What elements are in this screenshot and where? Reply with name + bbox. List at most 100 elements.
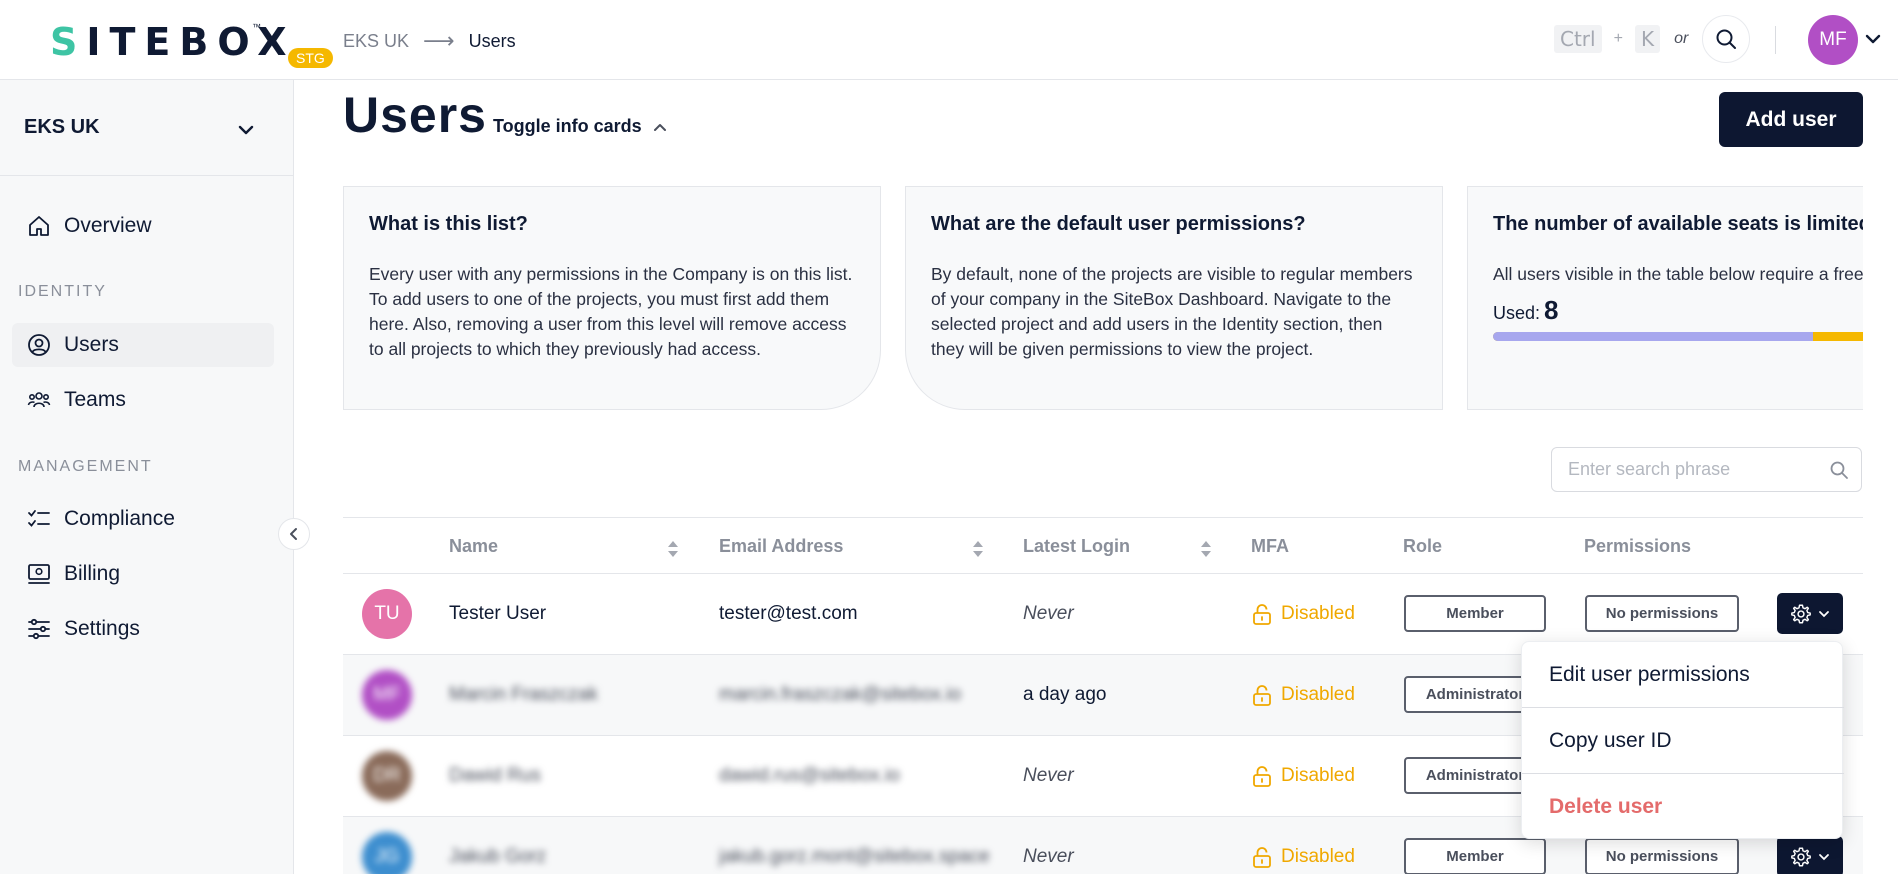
info-card-body: All users visible in the table below req… <box>1493 264 1863 284</box>
chevron-down-icon <box>1819 610 1829 617</box>
search-icon[interactable] <box>1829 460 1849 480</box>
chevron-down-icon <box>1819 853 1829 860</box>
permissions-button[interactable]: No permissions <box>1585 838 1739 874</box>
role-label: Administrator <box>1425 686 1525 703</box>
sidebar-item-billing[interactable]: Billing <box>12 552 274 596</box>
user-circle-icon <box>26 332 52 358</box>
logo-trademark: ™ <box>252 22 261 32</box>
mfa-status-label: Disabled <box>1281 765 1355 786</box>
permissions-label: No permissions <box>1605 848 1719 865</box>
role-label: Member <box>1446 848 1504 865</box>
toggle-info-cards-label: Toggle info cards <box>493 116 642 136</box>
menu-item-copy-user-id[interactable]: Copy user ID <box>1522 708 1844 774</box>
role-select[interactable]: Member <box>1404 838 1546 874</box>
chevron-down-icon[interactable] <box>1864 30 1882 48</box>
user-email: dawid.rus@sitebox.io <box>719 765 900 786</box>
info-card-title: What are the default user permissions? <box>931 213 1306 235</box>
row-actions-button[interactable] <box>1777 593 1843 634</box>
search-field[interactable] <box>1551 447 1862 492</box>
info-card-body: By default, none of the projects are vis… <box>931 264 1413 359</box>
arrow-right-icon: ⟶ <box>423 28 455 53</box>
gear-icon <box>1791 847 1811 866</box>
role-select[interactable]: Member <box>1404 595 1546 632</box>
toggle-info-cards[interactable]: Toggle info cards <box>493 116 668 137</box>
sidebar-item-settings[interactable]: Settings <box>12 607 274 651</box>
column-header-role: Role <box>1403 536 1443 556</box>
sidebar-item-compliance[interactable]: Compliance <box>12 497 274 541</box>
sort-icon[interactable] <box>972 539 984 559</box>
sort-icon[interactable] <box>1200 539 1212 559</box>
mfa-status: Disabled <box>1251 574 1355 654</box>
latest-login: Never <box>1023 603 1074 624</box>
menu-item-delete-user[interactable]: Delete user <box>1522 774 1844 840</box>
lock-open-icon <box>1253 685 1271 706</box>
table-top-border <box>343 517 1863 518</box>
sidebar-item-users[interactable]: Users <box>12 323 274 367</box>
permissions-button[interactable]: No permissions <box>1585 595 1739 632</box>
section-label-identity: IDENTITY <box>18 283 107 300</box>
user-avatar[interactable]: MF <box>1808 15 1858 65</box>
lock-open-icon <box>1253 847 1271 868</box>
user-email: marcin.fraszczak@sitebox.io <box>719 684 962 705</box>
team-icon <box>26 387 52 413</box>
chevron-up-icon <box>653 123 666 131</box>
user-email: jakub.gorz.mont@sitebox.space <box>719 846 990 867</box>
key-k: K <box>1634 25 1661 53</box>
lock-open-icon <box>1253 604 1271 625</box>
mfa-status-label: Disabled <box>1281 684 1355 705</box>
avatar: JG <box>362 832 412 874</box>
chevron-down-icon[interactable] <box>236 120 256 140</box>
user-name: Jakub Gorz <box>449 846 547 867</box>
sidebar-item-label: Users <box>64 333 119 356</box>
sidebar-item-label: Overview <box>64 214 152 237</box>
seats-progress-bar <box>1493 332 1863 341</box>
column-header-latest-login[interactable]: Latest Login <box>1023 536 1130 557</box>
latest-login: Never <box>1023 846 1074 867</box>
seats-used-value: 8 <box>1544 295 1559 325</box>
sidebar: EKS UK Overview IDENTITY Users Teams MAN… <box>0 80 294 874</box>
role-label: Administrator <box>1425 767 1525 784</box>
sliders-icon <box>26 616 52 642</box>
shortcut-hint: Ctrl + K or <box>1554 25 1688 53</box>
search-input[interactable] <box>1568 459 1818 480</box>
breadcrumb-current: Users <box>468 30 516 51</box>
mfa-status: Disabled <box>1251 817 1355 874</box>
info-card-body: Every user with any permissions in the C… <box>369 264 853 359</box>
sidebar-item-label: Settings <box>64 617 140 640</box>
seats-used: Used: 8 <box>1493 295 1863 326</box>
environment-badge: STG <box>288 48 333 68</box>
sidebar-item-teams[interactable]: Teams <box>12 378 274 422</box>
info-card: What are the default user permissions? B… <box>905 186 1443 410</box>
sidebar-item-label: Compliance <box>64 507 175 530</box>
sidebar-item-overview[interactable]: Overview <box>12 204 274 248</box>
add-user-button[interactable]: Add user <box>1719 92 1863 147</box>
page-title: Users <box>343 87 487 143</box>
key-ctrl: Ctrl <box>1554 25 1602 53</box>
latest-login: a day ago <box>1023 684 1107 705</box>
permissions-label: No permissions <box>1605 605 1719 622</box>
sitebox-logo[interactable]: SITEBOX ™ STG <box>50 18 333 68</box>
info-card: What is this list? Every user with any p… <box>343 186 881 410</box>
sort-icon[interactable] <box>667 539 679 559</box>
billing-icon <box>26 561 52 587</box>
breadcrumb-org[interactable]: EKS UK <box>343 31 409 52</box>
column-header-name[interactable]: Name <box>449 536 498 557</box>
mfa-status-label: Disabled <box>1281 846 1355 867</box>
chevron-left-icon <box>290 528 297 540</box>
global-search-button[interactable] <box>1702 15 1750 63</box>
latest-login: Never <box>1023 765 1074 786</box>
top-bar: SITEBOX ™ STG EKS UK ⟶ Users Ctrl + K or… <box>0 0 1898 80</box>
seats-used-label: Used: <box>1493 303 1541 323</box>
info-card-seats: The number of available seats is limited… <box>1467 186 1863 410</box>
topbar-divider <box>1775 26 1776 54</box>
org-selector[interactable]: EKS UK <box>24 116 260 139</box>
sidebar-collapse-button[interactable] <box>278 518 310 550</box>
row-actions-button[interactable] <box>1777 836 1843 874</box>
column-header-permissions: Permissions <box>1584 536 1692 556</box>
avatar: MF <box>362 670 412 720</box>
column-header-mfa: MFA <box>1251 536 1289 556</box>
info-card-title: The number of available seats is limited <box>1493 213 1863 235</box>
menu-item-edit-permissions[interactable]: Edit user permissions <box>1522 642 1844 708</box>
mfa-status-label: Disabled <box>1281 603 1355 624</box>
column-header-email[interactable]: Email Address <box>719 536 843 557</box>
